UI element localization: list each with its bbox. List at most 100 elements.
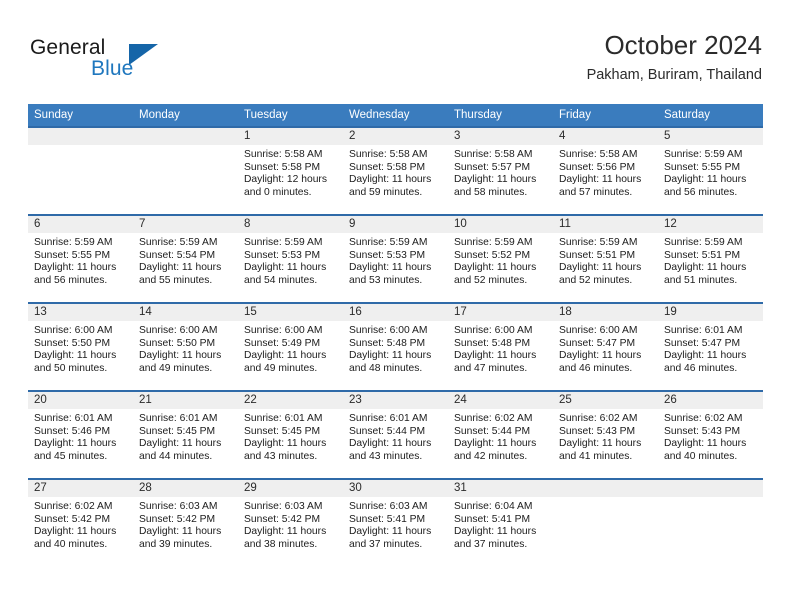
daylight-text-line2: and 56 minutes.	[664, 186, 738, 198]
sunrise-text: Sunrise: 5:58 AM	[244, 149, 323, 160]
daylight-text-line2: and 59 minutes.	[349, 186, 423, 198]
daylight-text-line2: and 58 minutes.	[454, 186, 528, 198]
sunrise-text: Sunrise: 5:59 AM	[34, 237, 113, 248]
sunset-text: Sunset: 5:41 PM	[349, 513, 426, 525]
day-info: Sunrise: 6:00 AM Sunset: 5:48 PM Dayligh…	[448, 321, 553, 375]
sunrise-text: Sunrise: 5:59 AM	[244, 237, 323, 248]
day-cell[interactable]: 21 Sunrise: 6:01 AM Sunset: 5:45 PM Dayl…	[133, 392, 238, 478]
day-number: 31	[448, 480, 553, 497]
day-cell[interactable]: 29 Sunrise: 6:03 AM Sunset: 5:42 PM Dayl…	[238, 480, 343, 566]
daylight-text-line1: Daylight: 11 hours	[349, 350, 432, 362]
sunrise-text: Sunrise: 5:59 AM	[559, 237, 638, 248]
daylight-text-line1: Daylight: 11 hours	[139, 438, 222, 450]
day-cell[interactable]: 27 Sunrise: 6:02 AM Sunset: 5:42 PM Dayl…	[28, 480, 133, 566]
sunrise-text: Sunrise: 6:00 AM	[139, 325, 218, 336]
day-cell[interactable]: 3 Sunrise: 5:58 AM Sunset: 5:57 PM Dayli…	[448, 128, 553, 214]
weekday-header-sunday: Sunday	[34, 109, 74, 121]
day-number: 3	[448, 128, 553, 145]
day-cell[interactable]: 6 Sunrise: 5:59 AM Sunset: 5:55 PM Dayli…	[28, 216, 133, 302]
day-cell[interactable]: 23 Sunrise: 6:01 AM Sunset: 5:44 PM Dayl…	[343, 392, 448, 478]
sunrise-text: Sunrise: 6:02 AM	[454, 413, 533, 424]
sunset-text: Sunset: 5:47 PM	[559, 337, 636, 349]
day-cell[interactable]: 30 Sunrise: 6:03 AM Sunset: 5:41 PM Dayl…	[343, 480, 448, 566]
sunrise-text: Sunrise: 6:03 AM	[139, 501, 218, 512]
day-cell[interactable]: 18 Sunrise: 6:00 AM Sunset: 5:47 PM Dayl…	[553, 304, 658, 390]
sunset-text: Sunset: 5:51 PM	[559, 249, 636, 261]
sunset-text: Sunset: 5:53 PM	[349, 249, 426, 261]
day-cell[interactable]: 17 Sunrise: 6:00 AM Sunset: 5:48 PM Dayl…	[448, 304, 553, 390]
day-info: Sunrise: 6:01 AM Sunset: 5:45 PM Dayligh…	[133, 409, 238, 463]
day-cell[interactable]: 25 Sunrise: 6:02 AM Sunset: 5:43 PM Dayl…	[553, 392, 658, 478]
day-cell[interactable]	[658, 480, 763, 566]
sunrise-text: Sunrise: 6:02 AM	[34, 501, 113, 512]
daylight-text-line2: and 52 minutes.	[454, 274, 528, 286]
daylight-text-line2: and 55 minutes.	[139, 274, 213, 286]
day-cell[interactable]: 8 Sunrise: 5:59 AM Sunset: 5:53 PM Dayli…	[238, 216, 343, 302]
day-cell[interactable]: 26 Sunrise: 6:02 AM Sunset: 5:43 PM Dayl…	[658, 392, 763, 478]
calendar-grid: Sunday Monday Tuesday Wednesday Thursday…	[28, 104, 763, 566]
day-info: Sunrise: 5:59 AM Sunset: 5:53 PM Dayligh…	[238, 233, 343, 287]
week-row: 1 Sunrise: 5:58 AM Sunset: 5:58 PM Dayli…	[28, 126, 763, 214]
day-number: 5	[658, 128, 763, 145]
sunrise-text: Sunrise: 5:58 AM	[559, 149, 638, 160]
week-row: 27 Sunrise: 6:02 AM Sunset: 5:42 PM Dayl…	[28, 478, 763, 566]
day-info: Sunrise: 6:02 AM Sunset: 5:43 PM Dayligh…	[553, 409, 658, 463]
day-number: 28	[133, 480, 238, 497]
day-cell[interactable]: 28 Sunrise: 6:03 AM Sunset: 5:42 PM Dayl…	[133, 480, 238, 566]
day-number: 13	[28, 304, 133, 321]
daylight-text-line2: and 37 minutes.	[349, 538, 423, 550]
day-info: Sunrise: 6:01 AM Sunset: 5:47 PM Dayligh…	[658, 321, 763, 375]
day-cell[interactable]: 1 Sunrise: 5:58 AM Sunset: 5:58 PM Dayli…	[238, 128, 343, 214]
day-cell[interactable]: 10 Sunrise: 5:59 AM Sunset: 5:52 PM Dayl…	[448, 216, 553, 302]
day-cell[interactable]	[553, 480, 658, 566]
day-cell[interactable]: 11 Sunrise: 5:59 AM Sunset: 5:51 PM Dayl…	[553, 216, 658, 302]
day-cell[interactable]: 2 Sunrise: 5:58 AM Sunset: 5:58 PM Dayli…	[343, 128, 448, 214]
day-cell[interactable]: 9 Sunrise: 5:59 AM Sunset: 5:53 PM Dayli…	[343, 216, 448, 302]
day-cell[interactable]: 16 Sunrise: 6:00 AM Sunset: 5:48 PM Dayl…	[343, 304, 448, 390]
day-cell[interactable]	[133, 128, 238, 214]
sunset-text: Sunset: 5:42 PM	[34, 513, 111, 525]
weekday-header-friday: Friday	[559, 109, 591, 121]
daylight-text-line1: Daylight: 11 hours	[139, 526, 222, 538]
page-header: General Blue October 2024 Pakham, Burira…	[28, 28, 762, 94]
daylight-text-line2: and 54 minutes.	[244, 274, 318, 286]
day-cell[interactable]: 12 Sunrise: 5:59 AM Sunset: 5:51 PM Dayl…	[658, 216, 763, 302]
daylight-text-line2: and 40 minutes.	[34, 538, 108, 550]
day-info: Sunrise: 6:02 AM Sunset: 5:43 PM Dayligh…	[658, 409, 763, 463]
weekday-header-wednesday: Wednesday	[349, 109, 410, 121]
day-cell[interactable]: 31 Sunrise: 6:04 AM Sunset: 5:41 PM Dayl…	[448, 480, 553, 566]
day-cell[interactable]: 19 Sunrise: 6:01 AM Sunset: 5:47 PM Dayl…	[658, 304, 763, 390]
day-info: Sunrise: 5:59 AM Sunset: 5:55 PM Dayligh…	[28, 233, 133, 287]
daylight-text-line1: Daylight: 11 hours	[349, 262, 432, 274]
day-number: 7	[133, 216, 238, 233]
day-cell[interactable]: 14 Sunrise: 6:00 AM Sunset: 5:50 PM Dayl…	[133, 304, 238, 390]
day-number: 23	[343, 392, 448, 409]
day-cell[interactable]: 15 Sunrise: 6:00 AM Sunset: 5:49 PM Dayl…	[238, 304, 343, 390]
day-cell[interactable]: 4 Sunrise: 5:58 AM Sunset: 5:56 PM Dayli…	[553, 128, 658, 214]
sunset-text: Sunset: 5:57 PM	[454, 161, 531, 173]
day-info: Sunrise: 6:01 AM Sunset: 5:46 PM Dayligh…	[28, 409, 133, 463]
day-cell[interactable]: 7 Sunrise: 5:59 AM Sunset: 5:54 PM Dayli…	[133, 216, 238, 302]
sunset-text: Sunset: 5:47 PM	[664, 337, 741, 349]
week-row: 13 Sunrise: 6:00 AM Sunset: 5:50 PM Dayl…	[28, 302, 763, 390]
sunset-text: Sunset: 5:42 PM	[244, 513, 321, 525]
day-number: 9	[343, 216, 448, 233]
day-info: Sunrise: 6:02 AM Sunset: 5:44 PM Dayligh…	[448, 409, 553, 463]
day-cell[interactable]: 5 Sunrise: 5:59 AM Sunset: 5:55 PM Dayli…	[658, 128, 763, 214]
daylight-text-line1: Daylight: 11 hours	[34, 526, 117, 538]
daylight-text-line1: Daylight: 11 hours	[349, 438, 432, 450]
daylight-text-line1: Daylight: 11 hours	[349, 526, 432, 538]
day-cell[interactable]: 22 Sunrise: 6:01 AM Sunset: 5:45 PM Dayl…	[238, 392, 343, 478]
sunrise-text: Sunrise: 5:59 AM	[349, 237, 428, 248]
day-info: Sunrise: 5:59 AM Sunset: 5:54 PM Dayligh…	[133, 233, 238, 287]
day-cell[interactable]: 13 Sunrise: 6:00 AM Sunset: 5:50 PM Dayl…	[28, 304, 133, 390]
daylight-text-line2: and 56 minutes.	[34, 274, 108, 286]
day-number: 8	[238, 216, 343, 233]
sunrise-text: Sunrise: 6:02 AM	[559, 413, 638, 424]
day-cell[interactable]	[28, 128, 133, 214]
daylight-text-line1: Daylight: 12 hours	[244, 174, 327, 186]
daylight-text-line1: Daylight: 11 hours	[139, 262, 222, 274]
day-cell[interactable]: 20 Sunrise: 6:01 AM Sunset: 5:46 PM Dayl…	[28, 392, 133, 478]
day-cell[interactable]: 24 Sunrise: 6:02 AM Sunset: 5:44 PM Dayl…	[448, 392, 553, 478]
general-blue-logo[interactable]: General Blue	[28, 28, 188, 88]
